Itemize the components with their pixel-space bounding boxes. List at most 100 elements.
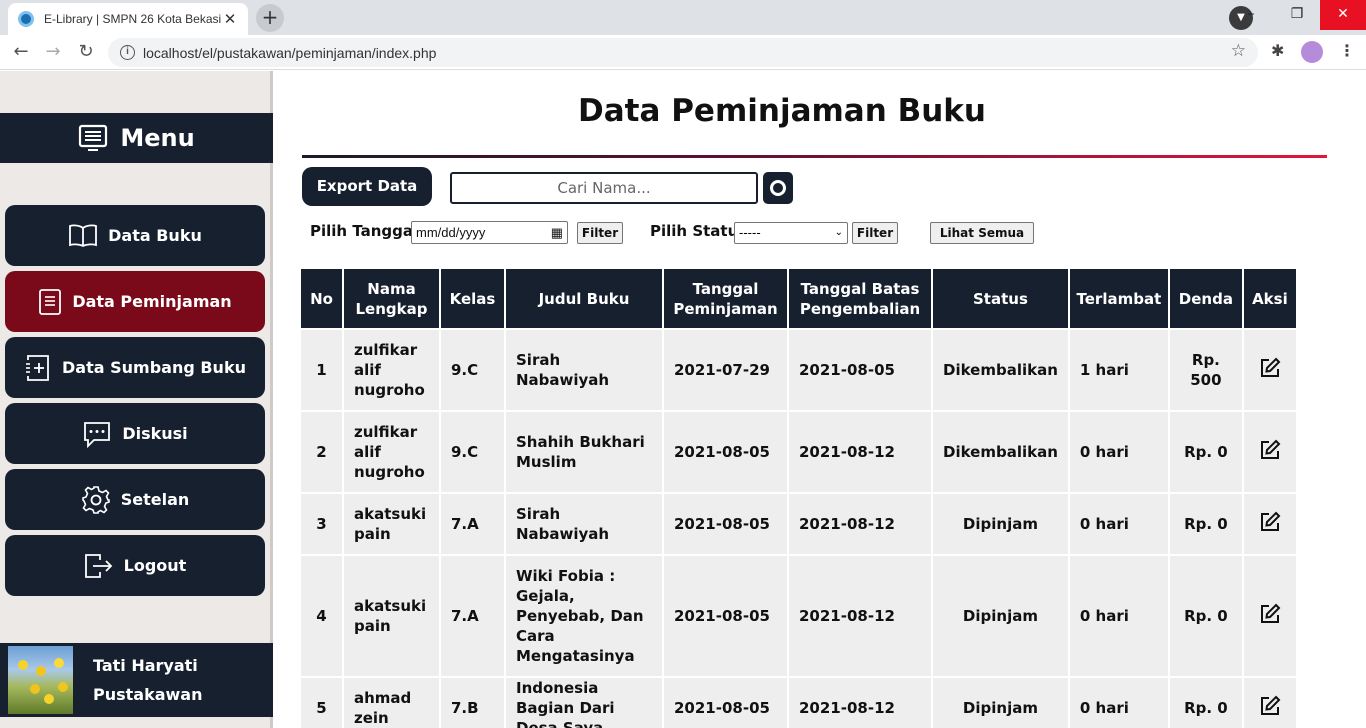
window-controls: – ❐ ✕ <box>1228 0 1366 30</box>
site-favicon-icon <box>18 11 34 27</box>
status-select[interactable]: ----- ⌄ <box>734 222 848 244</box>
browser-tab[interactable]: E-Library | SMPN 26 Kota Bekasi ✕ <box>8 3 248 35</box>
main-content: Data Peminjaman Buku Export Data Pilih T… <box>276 71 1357 728</box>
cell-tanggal-batas: 2021-08-12 <box>789 556 931 678</box>
cell-tanggal-batas: 2021-08-12 <box>789 412 931 494</box>
date-input[interactable]: mm/dd/yyyy ▦ <box>411 221 568 244</box>
bookmark-star-icon[interactable]: ☆ <box>1231 41 1246 61</box>
sidebar-item-label: Diskusi <box>122 424 188 443</box>
cell-tanggal-pinjam: 2021-07-29 <box>664 330 787 412</box>
menu-list-icon <box>79 124 108 151</box>
table-row: 5 ahmad zein 7.B Indonesia Bagian Dari D… <box>301 678 1296 728</box>
col-header-judul: Judul Buku <box>506 269 662 330</box>
col-header-aksi: Aksi <box>1243 269 1296 330</box>
show-all-button[interactable]: Lihat Semua <box>930 222 1034 244</box>
edit-icon[interactable] <box>1259 439 1281 461</box>
cell-denda: Rp. 0 <box>1169 412 1242 494</box>
logout-icon <box>84 553 112 578</box>
status-filter-label: Pilih Status <box>650 222 748 240</box>
back-icon[interactable]: ← <box>10 41 32 62</box>
cell-aksi <box>1243 494 1296 556</box>
new-tab-button[interactable]: + <box>256 4 284 32</box>
table-row: 3 akatsuki pain 7.A Sirah Nabawiyah 2021… <box>301 494 1296 556</box>
col-header-tanggal-batas: Tanggal Batas Pengembalian <box>789 269 931 330</box>
forward-icon[interactable]: → <box>42 41 64 62</box>
edit-icon[interactable] <box>1259 357 1281 379</box>
calendar-icon[interactable]: ▦ <box>551 225 563 241</box>
status-select-value: ----- <box>739 225 761 240</box>
address-bar[interactable]: i localhost/el/pustakawan/peminjaman/ind… <box>108 38 1258 67</box>
book-icon <box>69 224 98 247</box>
restore-icon[interactable]: ❐ <box>1274 0 1320 30</box>
title-divider <box>302 155 1327 158</box>
table-row: 4 akatsuki pain 7.A Wiki Fobia : Gejala,… <box>301 556 1296 678</box>
search-button[interactable] <box>763 172 793 204</box>
status-filter-button[interactable]: Filter <box>852 222 898 244</box>
search-icon <box>770 180 786 196</box>
cell-kelas: 9.C <box>441 412 504 494</box>
cell-tanggal-batas: 2021-08-12 <box>789 494 931 556</box>
cell-kelas: 9.C <box>441 330 504 412</box>
cell-terlambat: 0 hari <box>1069 494 1168 556</box>
profile-avatar[interactable] <box>1301 41 1323 63</box>
cell-denda: Rp. 0 <box>1169 678 1242 728</box>
sidebar: Menu Data Buku Data Peminjaman Data Sumb… <box>0 71 273 728</box>
cell-denda: Rp. 0 <box>1169 494 1242 556</box>
col-header-tanggal-pinjam: Tanggal Peminjaman <box>664 269 787 330</box>
window-close-icon[interactable]: ✕ <box>1320 0 1366 30</box>
col-header-terlambat: Terlambat <box>1069 269 1168 330</box>
edit-icon[interactable] <box>1259 695 1281 717</box>
cell-judul: Wiki Fobia : Gejala, Penyebab, Dan Cara … <box>506 556 662 678</box>
sidebar-item-logout[interactable]: Logout <box>5 535 265 596</box>
col-header-kelas: Kelas <box>441 269 504 330</box>
menu-header: Menu <box>0 113 273 163</box>
sidebar-item-data-peminjaman[interactable]: Data Peminjaman <box>5 271 265 332</box>
sidebar-item-label: Setelan <box>120 490 190 509</box>
extensions-icon[interactable]: ✱ <box>1271 41 1284 60</box>
close-tab-icon[interactable]: ✕ <box>222 10 238 28</box>
browser-tab-bar: E-Library | SMPN 26 Kota Bekasi ✕ + ▼ – … <box>0 0 1366 35</box>
date-input-value: mm/dd/yyyy <box>416 225 486 240</box>
cell-tanggal-pinjam: 2021-08-05 <box>664 678 787 728</box>
sidebar-item-label: Data Sumbang Buku <box>62 358 246 377</box>
reload-icon[interactable]: ↻ <box>75 41 97 62</box>
cell-terlambat: 0 hari <box>1069 412 1168 494</box>
sidebar-item-label: Data Buku <box>108 226 202 245</box>
date-filter-button[interactable]: Filter <box>577 222 623 244</box>
minimize-icon[interactable]: – <box>1228 0 1274 30</box>
cell-no: 3 <box>301 494 342 556</box>
cell-tanggal-batas: 2021-08-12 <box>789 678 931 728</box>
cell-status: Dipinjam <box>933 556 1068 678</box>
user-profile: Tati Haryati Pustakawan <box>0 643 273 717</box>
cell-nama: zulfikar alif nugroho <box>344 412 439 494</box>
sidebar-item-label: Logout <box>123 556 187 575</box>
cell-aksi <box>1243 330 1296 412</box>
search-name-input[interactable] <box>450 172 758 204</box>
add-file-icon <box>26 354 49 381</box>
cell-nama: zulfikar alif nugroho <box>344 330 439 412</box>
site-info-icon[interactable]: i <box>120 45 135 60</box>
cell-judul: Indonesia Bagian Dari Desa Saya <box>506 678 662 728</box>
cell-terlambat: 0 hari <box>1069 678 1168 728</box>
cell-denda: Rp. 0 <box>1169 556 1242 678</box>
sidebar-item-setelan[interactable]: Setelan <box>5 469 265 530</box>
chat-icon <box>84 421 111 448</box>
edit-icon[interactable] <box>1259 603 1281 625</box>
sidebar-item-data-buku[interactable]: Data Buku <box>5 205 265 266</box>
cell-nama: ahmad zein <box>344 678 439 728</box>
document-icon <box>39 288 62 315</box>
col-header-denda: Denda <box>1169 269 1242 330</box>
edit-icon[interactable] <box>1259 511 1281 533</box>
chevron-down-icon: ⌄ <box>834 227 843 238</box>
browser-toolbar: ← → ↻ i localhost/el/pustakawan/peminjam… <box>0 35 1366 70</box>
cell-kelas: 7.B <box>441 678 504 728</box>
cell-nama: akatsuki pain <box>344 494 439 556</box>
tab-title: E-Library | SMPN 26 Kota Bekasi <box>44 12 222 26</box>
sidebar-item-diskusi[interactable]: Diskusi <box>5 403 265 464</box>
sidebar-item-data-sumbang-buku[interactable]: Data Sumbang Buku <box>5 337 265 398</box>
table-header-row: No Nama Lengkap Kelas Judul Buku Tanggal… <box>301 269 1296 330</box>
export-data-button[interactable]: Export Data <box>302 167 432 206</box>
url-text: localhost/el/pustakawan/peminjaman/index… <box>143 44 437 61</box>
browser-menu-icon[interactable]: ⋮ <box>1339 41 1355 60</box>
cell-status: Dipinjam <box>933 494 1068 556</box>
